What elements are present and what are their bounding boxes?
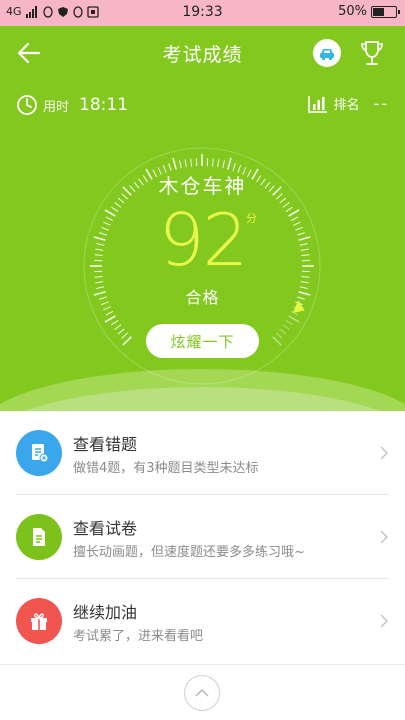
time-value: 18:11 (79, 95, 129, 115)
score-value: 92 (158, 198, 249, 282)
trophy-icon[interactable] (357, 38, 387, 68)
scroll-up-button[interactable] (184, 675, 220, 711)
gauge-tick (288, 315, 300, 323)
gift-icon (16, 598, 62, 644)
rank-value: -- (373, 94, 389, 113)
item-subtitle: 做错4题，有3种题目类型未达标 (73, 461, 259, 476)
clock-icon (17, 95, 37, 115)
item-title: 查看试卷 (73, 519, 138, 538)
time-label: 用时 (43, 99, 70, 115)
pass-status: 合格 (185, 288, 220, 307)
gauge-tick (272, 336, 282, 346)
gauge-tick (211, 158, 214, 167)
ranking[interactable]: 排名 -- (308, 94, 389, 113)
gauge-tick (282, 324, 290, 330)
gauge-tick (179, 160, 182, 169)
chevron-right-icon (380, 530, 389, 544)
item-title: 查看错题 (73, 435, 138, 454)
list-item-wrong-questions[interactable]: 查看错题 做错4题，有3种题目类型未达标 (0, 411, 405, 495)
gauge-tick (104, 315, 116, 323)
gauge-tick (105, 310, 114, 316)
item-subtitle: 擅长动画题，但速度题还要多多练习哦~ (73, 545, 305, 560)
navbar: 考试成绩 (0, 26, 405, 80)
driver-rank-title: 木仓车神 (158, 174, 247, 198)
battery-icon (371, 5, 400, 18)
bottom-bar (0, 664, 405, 720)
gauge-tick (122, 336, 132, 346)
car-button[interactable] (313, 39, 341, 67)
gauge-tick (285, 320, 293, 326)
exam-paper-icon (16, 514, 62, 560)
gauge-tick (111, 320, 119, 326)
rank-label: 排名 (333, 98, 360, 113)
chevron-right-icon (380, 446, 389, 460)
gauge-tick (190, 158, 193, 167)
car-icon (320, 49, 334, 61)
gauge-tick (217, 159, 220, 168)
gauge-tick (279, 328, 287, 335)
gauge-tick (117, 328, 125, 335)
status-right: 50% (338, 4, 400, 19)
page-title: 考试成绩 (162, 44, 243, 66)
gauge-tick (172, 157, 177, 170)
time-used: 用时 18:11 (16, 94, 128, 116)
status-bar: 4G 19:33 50% (0, 0, 405, 26)
gauge-tick (114, 324, 122, 330)
gauge-tick (121, 332, 129, 339)
battery-percent: 50% (338, 4, 367, 19)
score-unit: 分 (246, 212, 257, 225)
action-list: 查看错题 做错4题，有3种题目类型未达标 查看试卷 擅长动画题，但速度题还要多多… (0, 411, 405, 663)
chevron-up-icon (195, 688, 209, 697)
wrong-questions-icon (16, 430, 62, 476)
gauge-tick (275, 332, 283, 339)
gauge-tick (222, 160, 225, 169)
gauge-tick (227, 157, 232, 170)
item-subtitle: 考试累了，进来看看吧 (73, 629, 204, 644)
gauge-tick (184, 159, 187, 168)
list-item-keep-going[interactable]: 继续加油 考试累了，进来看看吧 (0, 579, 405, 663)
share-button[interactable]: 炫耀一下 (146, 324, 259, 358)
list-item-exam-paper[interactable]: 查看试卷 擅长动画题，但速度题还要多多练习哦~ (0, 495, 405, 579)
item-title: 继续加油 (73, 603, 138, 622)
chevron-right-icon (380, 614, 389, 628)
bar-chart-icon (308, 95, 328, 113)
